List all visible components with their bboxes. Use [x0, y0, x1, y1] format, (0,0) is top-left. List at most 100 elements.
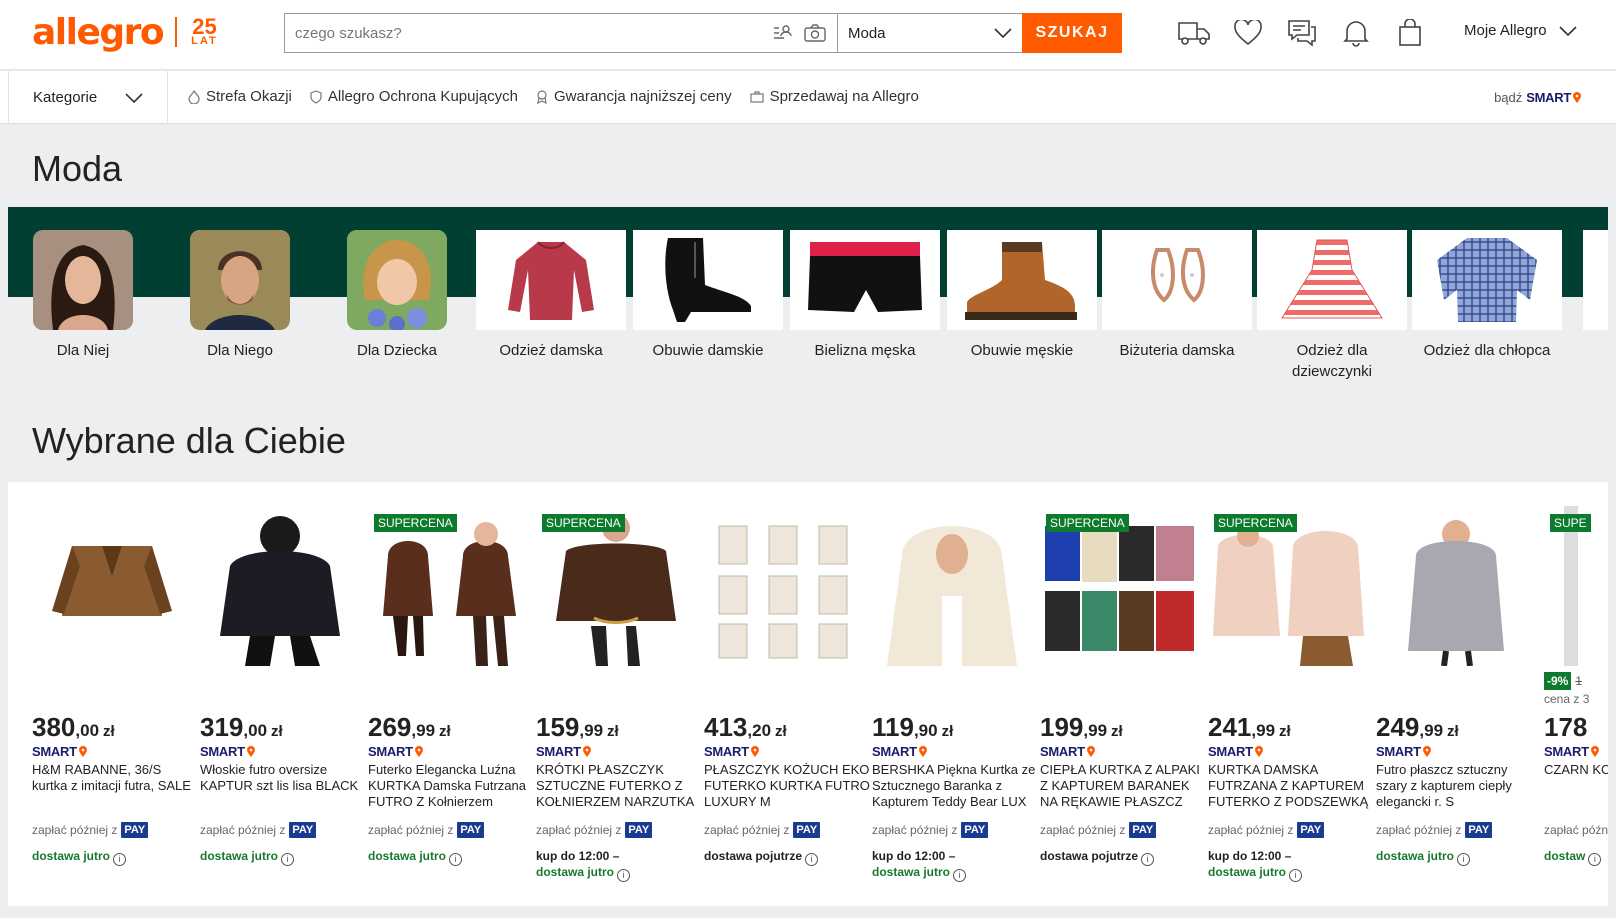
- price-decimal: ,90: [913, 721, 938, 740]
- info-icon[interactable]: i: [1289, 869, 1303, 882]
- category-tile-bizuteria-damska[interactable]: Biżuteria damska: [1102, 230, 1252, 361]
- smart-pin-icon: [246, 745, 255, 757]
- product-image[interactable]: [872, 506, 1032, 666]
- category-tile-dla-niej[interactable]: Dla Niej: [8, 230, 158, 361]
- categories-dropdown[interactable]: Kategorie: [8, 71, 168, 124]
- nav-link-ochrona[interactable]: Allegro Ochrona Kupujących: [310, 88, 518, 105]
- product-title[interactable]: PŁASZCZYK KOŻUCH EKO FUTERKO KURTKA FUTR…: [704, 762, 870, 810]
- search-input[interactable]: [285, 14, 767, 52]
- pay-later-row: zapłać później zPAY: [1040, 822, 1157, 838]
- smart-promo-link[interactable]: bądź SMART: [1494, 90, 1582, 105]
- pay-badge: PAY: [961, 822, 989, 838]
- product-title[interactable]: Futro płaszcz sztuczny szary z kapturem …: [1376, 762, 1542, 810]
- delivery-time: dostawa jutro: [32, 849, 111, 863]
- price-currency: zł: [439, 723, 451, 740]
- heart-icon[interactable]: [1230, 14, 1266, 52]
- info-icon[interactable]: i: [805, 853, 819, 866]
- product-price: 199,99 zł: [1040, 712, 1123, 743]
- smart-text: SMART: [1208, 744, 1253, 759]
- product-title[interactable]: Włoskie futro oversize KAPTUR szt lis li…: [200, 762, 366, 794]
- camera-icon[interactable]: [799, 14, 831, 52]
- product-title[interactable]: CIEPŁA KURTKA Z ALPAKI Z KAPTUREM BARANE…: [1040, 762, 1206, 810]
- nav-link-label: Allegro Ochrona Kupujących: [327, 88, 518, 105]
- product-image[interactable]: [1376, 506, 1536, 666]
- account-menu[interactable]: Moje Allegro: [1464, 22, 1577, 39]
- truck-icon[interactable]: [1176, 14, 1212, 52]
- smart-logo: SMART: [536, 744, 592, 759]
- product-title[interactable]: CZARN KOŁNIE FUTRO: [1544, 762, 1608, 778]
- info-icon[interactable]: i: [953, 869, 967, 882]
- pay-badge: PAY: [625, 822, 653, 838]
- product-title[interactable]: KRÓTKI PŁASZCZYK SZTUCZNE FUTERKO Z KOŁN…: [536, 762, 702, 810]
- nav-link-sprzedawaj[interactable]: Sprzedawaj na Allegro: [749, 88, 919, 105]
- category-tile-dla-niego[interactable]: Dla Niego: [165, 230, 315, 361]
- product-title[interactable]: KURTKA DAMSKA FUTRZANA Z KAPTUREM FUTERK…: [1208, 762, 1374, 810]
- pay-later-label: zapłać później z: [368, 823, 454, 837]
- info-icon[interactable]: i: [113, 853, 127, 866]
- smart-logo: SMART: [1544, 744, 1600, 759]
- info-icon[interactable]: i: [1141, 853, 1155, 866]
- category-tile-odziez-chlopiec[interactable]: Odzież dla chłopca: [1412, 230, 1562, 361]
- product-title[interactable]: Futerko Elegancka Luźna KURTKA Damska Fu…: [368, 762, 534, 810]
- chat-icon[interactable]: [1284, 14, 1320, 52]
- bag-icon[interactable]: [1392, 14, 1428, 52]
- delivery-info: dostawa jutro i: [1376, 848, 1542, 866]
- pay-badge: PAY: [121, 822, 149, 838]
- product-image[interactable]: [32, 506, 192, 666]
- category-tile-obuwie-meskie[interactable]: Obuwie męskie: [947, 230, 1097, 361]
- nav-link-strefa-okazji[interactable]: Strefa Okazji: [188, 88, 292, 105]
- delivery-info: kup do 12:00 – dostawa jutro i: [1208, 848, 1374, 882]
- smart-text: SMART: [704, 744, 749, 759]
- delivery-info: dostawa jutro i: [200, 848, 366, 866]
- category-tile-bielizna-meska[interactable]: Bielizna męska: [790, 230, 940, 361]
- info-icon[interactable]: i: [281, 853, 295, 866]
- category-label: Obuwie damskie: [652, 342, 764, 359]
- info-icon[interactable]: i: [617, 869, 631, 882]
- delivery-time: dostawa jutro: [872, 865, 951, 879]
- price-currency: zł: [775, 723, 787, 740]
- price-currency: zł: [103, 723, 115, 740]
- product-image[interactable]: [704, 506, 864, 666]
- smart-logo: SMART: [1040, 744, 1096, 759]
- pay-later-label: zapłać później z: [704, 823, 790, 837]
- category-tile-partial[interactable]: [1583, 230, 1608, 330]
- logo-wordmark: allegro: [32, 11, 165, 53]
- info-icon[interactable]: i: [1457, 853, 1471, 866]
- search-category-select[interactable]: Moda: [837, 14, 1022, 52]
- header-icons: [1176, 14, 1428, 52]
- delivery-deadline: kup do 12:00 –: [1208, 849, 1292, 863]
- category-image-boot: [633, 230, 783, 330]
- nav-link-gwarancja[interactable]: Gwarancja najniższej ceny: [536, 88, 732, 105]
- price-currency: zł: [607, 723, 619, 740]
- info-icon[interactable]: i: [449, 853, 463, 866]
- category-tile-odziez-dziewczynka[interactable]: Odzież dla dziewczynki: [1257, 230, 1407, 382]
- bell-icon[interactable]: [1338, 14, 1374, 52]
- smart-pin-icon: [582, 745, 591, 757]
- search-button[interactable]: SZUKAJ: [1022, 13, 1122, 53]
- delivery-info: dostawa pojutrze i: [704, 848, 870, 866]
- category-tile-obuwie-damskie[interactable]: Obuwie damskie: [633, 230, 783, 361]
- product-price: 119,90 zł: [872, 712, 953, 743]
- old-price: 1: [1575, 674, 1583, 688]
- category-label: Dla Niej: [56, 342, 110, 359]
- category-tile-dla-dziecka[interactable]: Dla Dziecka: [322, 230, 472, 361]
- delivery-deadline: kup do 12:00 –: [872, 849, 956, 863]
- smart-pin-icon: [750, 745, 759, 757]
- allegro-logo[interactable]: allegro 25 LAT: [32, 10, 218, 54]
- smart-logo: SMART: [368, 744, 424, 759]
- category-image-blouse: [476, 230, 626, 330]
- shield-icon: [310, 89, 322, 104]
- smart-pin-icon: [1086, 745, 1095, 757]
- visual-search-list-icon[interactable]: [767, 14, 799, 52]
- info-icon[interactable]: i: [1588, 853, 1602, 866]
- price-currency: zł: [1279, 723, 1291, 740]
- product-title[interactable]: BERSHKA Piękna Kurtka ze Sztucznego Bara…: [872, 762, 1038, 810]
- price-whole: 119: [872, 712, 914, 742]
- price-whole: 269: [368, 712, 412, 742]
- smart-pin-icon: [1254, 745, 1263, 757]
- category-tile-odziez-damska[interactable]: Odzież damska: [476, 230, 626, 361]
- price-decimal: ,99: [1083, 721, 1108, 740]
- product-image[interactable]: [200, 506, 360, 666]
- product-price: 249,99 zł: [1376, 712, 1459, 743]
- product-title[interactable]: H&M RABANNE, 36/S kurtka z imitacji futr…: [32, 762, 198, 794]
